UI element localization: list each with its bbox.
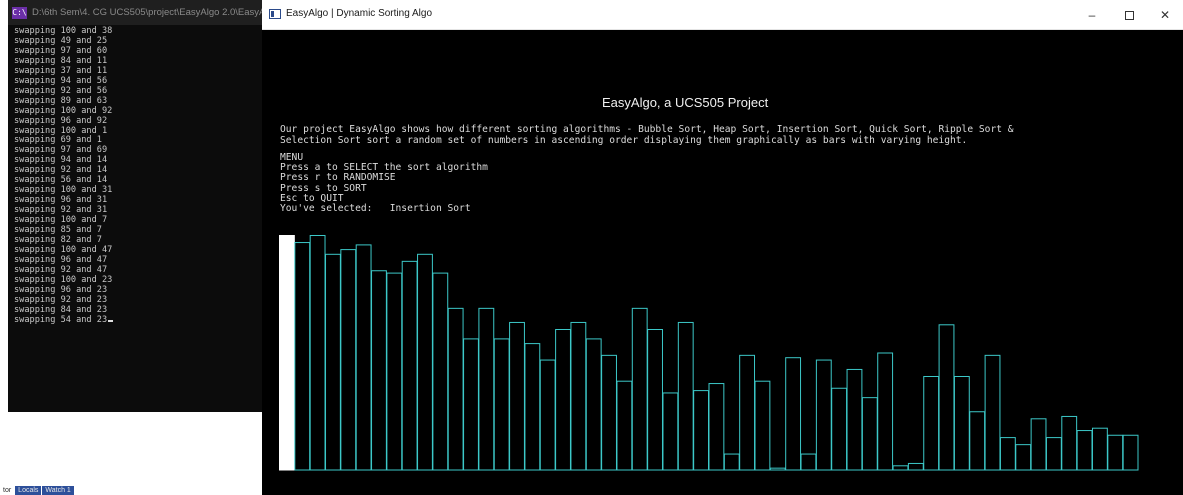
terminal-icon: C:\: [12, 6, 27, 19]
bar: [739, 354, 756, 471]
bar: [570, 321, 587, 471]
bar: [1061, 415, 1078, 471]
bar: [1076, 430, 1093, 471]
bar: [647, 329, 663, 471]
selected-label: You've selected:: [280, 203, 373, 215]
bar: [1091, 427, 1108, 471]
bar: [754, 380, 771, 471]
console-line: swapping 54 and 23: [14, 315, 267, 326]
close-button[interactable]: ✕: [1148, 0, 1182, 30]
bar: [800, 453, 817, 471]
bar: [677, 321, 694, 471]
minimize-button[interactable]: –: [1075, 0, 1109, 30]
bar: [831, 387, 848, 471]
bar: [923, 376, 940, 471]
bar: [815, 359, 832, 471]
debug-tab-watch[interactable]: Watch 1: [42, 486, 74, 495]
bar: [524, 343, 541, 471]
bar: [1045, 437, 1062, 471]
console-output: swapping 100 and 38 swapping 49 and 25 swa…: [8, 25, 267, 326]
bar: [846, 368, 863, 471]
close-icon: ✕: [1159, 8, 1171, 22]
bar: [953, 376, 970, 471]
bar: [463, 338, 479, 471]
bar: [969, 411, 986, 471]
minimize-icon: –: [1088, 8, 1096, 22]
bar: [555, 329, 571, 471]
console-titlebar[interactable]: C:\ D:\6th Sem\4. CG UCS505\project\Easy…: [8, 0, 267, 25]
bar: [631, 307, 648, 471]
project-heading: EasyAlgo, a UCS505 Project: [602, 95, 769, 110]
bar: [539, 359, 556, 471]
intro-line-2: Selection Sort sort a random set of numb…: [280, 135, 968, 146]
bar: [907, 462, 924, 471]
bar: [585, 338, 602, 471]
bar: [340, 249, 357, 471]
bar: [601, 354, 617, 471]
bar: [493, 338, 510, 471]
bar: [892, 465, 909, 471]
app-title: EasyAlgo | Dynamic Sorting Algo: [286, 8, 433, 19]
bar: [693, 390, 710, 471]
debug-tab-partial[interactable]: tor: [0, 486, 15, 495]
app-window-icon: [269, 9, 281, 19]
easyalgo-window: EasyAlgo | Dynamic Sorting Algo – ✕ Easy…: [262, 0, 1183, 495]
bar: [877, 352, 894, 471]
bar: [325, 253, 341, 471]
bar: [861, 397, 878, 471]
text-cursor: [108, 319, 114, 322]
bar: [447, 307, 464, 471]
console-title: D:\6th Sem\4. CG UCS505\project\EasyAlgo…: [32, 7, 267, 18]
bar: [1122, 434, 1139, 471]
console-window: C:\ D:\6th Sem\4. CG UCS505\project\Easy…: [8, 0, 267, 412]
maximize-icon: [1124, 10, 1134, 20]
bar-active: [279, 235, 295, 471]
intro-line-1: Our project EasyAlgo shows how different…: [280, 124, 1014, 135]
sorting-bars-canvas: [279, 235, 1139, 471]
bar: [478, 307, 495, 471]
bar: [1015, 444, 1032, 471]
bar: [708, 383, 725, 471]
bar: [984, 354, 1001, 471]
bar: [355, 244, 372, 471]
bar: [1030, 418, 1047, 471]
intro-text: Our project EasyAlgo shows how different…: [280, 124, 1014, 146]
debug-tab-locals[interactable]: Locals: [15, 486, 42, 495]
maximize-button[interactable]: [1112, 0, 1146, 30]
bar: [662, 392, 679, 471]
bar: [401, 260, 418, 471]
bar: [509, 321, 525, 471]
bar: [1107, 434, 1124, 471]
bar: [938, 324, 955, 471]
bar: [769, 467, 786, 471]
bar: [371, 270, 387, 471]
bar: [294, 242, 311, 471]
debugger-tab-strip: tor Locals Watch 1: [0, 486, 75, 495]
bar: [386, 272, 403, 471]
bar: [417, 253, 433, 471]
bar: [432, 272, 449, 471]
bar: [723, 453, 740, 471]
selected-algorithm-row: You've selected: Insertion Sort: [280, 203, 471, 214]
selected-algorithm-value: Insertion Sort: [389, 203, 471, 215]
bar: [785, 357, 802, 471]
bar: [309, 235, 326, 471]
menu-block: MENU Press a to SELECT the sort algorith…: [280, 152, 488, 214]
bar: [999, 437, 1016, 471]
bar: [616, 380, 633, 471]
app-titlebar[interactable]: EasyAlgo | Dynamic Sorting Algo – ✕: [262, 0, 1183, 30]
